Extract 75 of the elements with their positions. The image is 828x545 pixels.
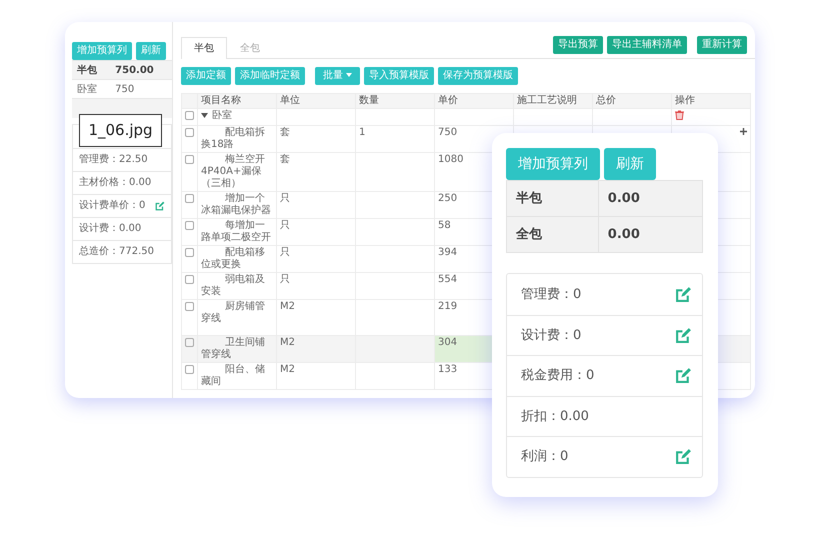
refresh-button[interactable]: 刷新 [604,148,656,180]
edit-icon[interactable] [675,286,692,303]
item-name: 弱电箱及安装 [198,272,276,300]
caret-down-icon[interactable] [201,112,208,119]
toolbar-button[interactable]: 添加临时定额 [235,67,305,85]
item-name: 每增加一路单项二极空开 [198,218,276,246]
summary-value: 750.00 [110,60,172,80]
toolbar-button[interactable]: 导入预算模版 [364,67,434,85]
summary-label: 全包 [506,216,598,252]
fee-item: 管理费：0 [521,286,582,304]
column-header: 项目名称 [198,94,276,108]
table-cell: 只 [276,192,356,218]
column-header: 单位 [276,94,356,108]
checkbox[interactable] [185,338,194,347]
summary-label: 半包 [72,60,110,80]
summary-label: 半包 [506,180,598,216]
checkbox[interactable] [185,302,194,311]
column-header: 单价 [434,94,514,108]
fee-item: 总造价：772.50 [79,244,154,259]
summary-value: 0.00 [598,216,702,252]
checkbox[interactable] [185,111,194,120]
table-cell: 套 [276,152,356,192]
export-button[interactable]: 导出主辅料清单 [607,36,687,54]
item-name: 增加一个冰箱漏电保护器 [198,192,276,218]
checkbox[interactable] [185,365,194,374]
fee-item: 管理费：22.50 [79,152,148,167]
add-column-button[interactable]: 增加预算列 [72,42,132,60]
add-column-button[interactable]: 增加预算列 [506,148,600,180]
table-cell: 只 [276,218,356,246]
batch-dropdown[interactable]: 批量 [315,67,360,85]
item-name: 配电箱移位或更换 [198,246,276,272]
edit-icon[interactable] [675,367,692,384]
fee-item: 设计费单价：0 [79,198,146,213]
checkbox[interactable] [185,194,194,203]
column-header: 总价 [592,94,672,108]
export-button[interactable]: 导出预算 [553,36,603,54]
recalculate-button[interactable]: 重新计算 [697,36,747,54]
edit-icon[interactable] [155,200,165,210]
edit-icon[interactable] [675,448,692,466]
fee-item: 设计费：0.00 [79,222,142,236]
table-cell: 套 [276,126,356,152]
table-cell: 1 [356,126,434,152]
item-name: 配电箱拆换18路 [198,126,276,152]
fee-item: 主材价格：0.00 [79,176,152,190]
fee-item: 设计费：0 [521,326,582,344]
plus-icon[interactable] [740,128,747,135]
edit-icon[interactable] [675,326,692,344]
toolbar-button[interactable]: 添加定额 [181,67,231,85]
table-cell: M2 [276,362,356,390]
checkbox[interactable] [185,248,194,257]
column-header: 数量 [356,94,434,108]
fee-item: 利润：0 [521,448,568,466]
file-name-label: 1_06.jpg [79,114,162,147]
tab[interactable]: 全包 [227,37,273,59]
checkbox[interactable] [185,221,194,230]
refresh-button[interactable]: 刷新 [136,42,166,60]
column-header: 操作 [672,94,750,108]
checkbox[interactable] [185,155,194,164]
item-name: 卫生间铺管穿线 [198,336,276,362]
item-name: 梅兰空开4P40A+漏保（三相） [198,152,276,192]
summary-value: 0.00 [598,180,702,216]
toolbar-button[interactable]: 保存为预算模版 [438,67,518,85]
caret-icon [346,73,352,78]
trash-icon[interactable] [675,110,684,120]
checkbox[interactable] [185,128,194,137]
fee-item: 税金费用：0 [521,367,594,385]
table-cell: 只 [276,272,356,300]
tab[interactable]: 半包 [181,37,227,59]
table-cell: 只 [276,246,356,272]
checkbox[interactable] [185,275,194,284]
fee-item: 折扣：0.00 [521,408,589,426]
table-cell: M2 [276,336,356,362]
group-name: 卧室 [212,110,232,121]
column-header: 施工工艺说明 [514,94,592,108]
item-name: 阳台、储藏间 [198,362,276,390]
